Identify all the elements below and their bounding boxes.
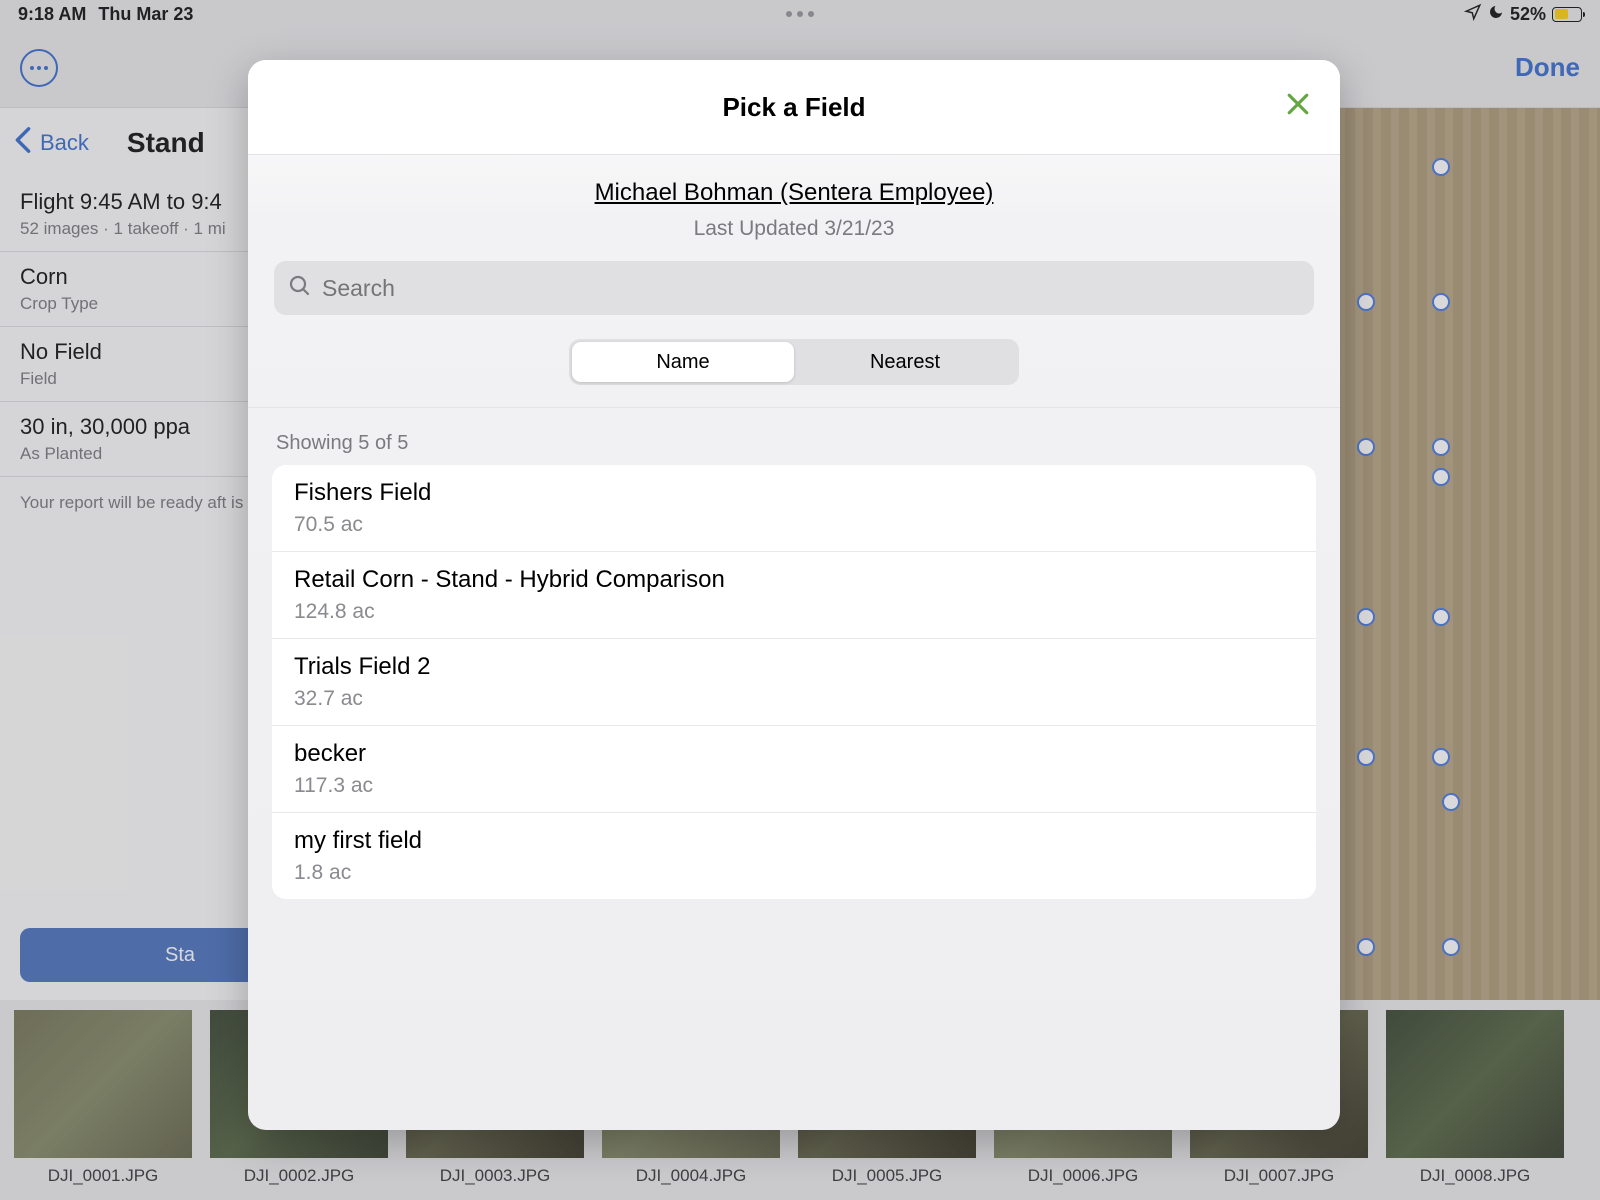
search-input[interactable] bbox=[322, 275, 1300, 302]
field-item[interactable]: Fishers Field 70.5 ac bbox=[272, 465, 1316, 552]
field-area: 117.3 ac bbox=[294, 774, 1294, 798]
close-button[interactable] bbox=[1280, 88, 1316, 124]
field-area: 70.5 ac bbox=[294, 513, 1294, 537]
field-item[interactable]: Trials Field 2 32.7 ac bbox=[272, 639, 1316, 726]
segment-name[interactable]: Name bbox=[572, 342, 794, 382]
last-updated: Last Updated 3/21/23 bbox=[248, 217, 1340, 241]
sort-segmented: Name Nearest bbox=[569, 339, 1019, 385]
modal-subheader: Michael Bohman (Sentera Employee) Last U… bbox=[248, 155, 1340, 241]
field-list: Fishers Field 70.5 ac Retail Corn - Stan… bbox=[272, 465, 1316, 899]
field-item[interactable]: becker 117.3 ac bbox=[272, 726, 1316, 813]
field-area: 1.8 ac bbox=[294, 861, 1294, 885]
showing-count: Showing 5 of 5 bbox=[248, 407, 1340, 465]
field-item[interactable]: my first field 1.8 ac bbox=[272, 813, 1316, 899]
search-icon bbox=[288, 274, 312, 303]
field-name: Trials Field 2 bbox=[294, 653, 1294, 681]
segment-nearest[interactable]: Nearest bbox=[794, 342, 1016, 382]
close-icon bbox=[1283, 89, 1313, 124]
modal-header: Pick a Field bbox=[248, 60, 1340, 155]
modal-title: Pick a Field bbox=[722, 92, 865, 123]
user-link[interactable]: Michael Bohman (Sentera Employee) bbox=[248, 179, 1340, 207]
field-area: 32.7 ac bbox=[294, 687, 1294, 711]
field-name: my first field bbox=[294, 827, 1294, 855]
field-name: Fishers Field bbox=[294, 479, 1294, 507]
search-field[interactable] bbox=[274, 261, 1314, 315]
field-area: 124.8 ac bbox=[294, 600, 1294, 624]
field-name: Retail Corn - Stand - Hybrid Comparison bbox=[294, 566, 1294, 594]
pick-field-modal: Pick a Field Michael Bohman (Sentera Emp… bbox=[248, 60, 1340, 1130]
field-name: becker bbox=[294, 740, 1294, 768]
field-item[interactable]: Retail Corn - Stand - Hybrid Comparison … bbox=[272, 552, 1316, 639]
